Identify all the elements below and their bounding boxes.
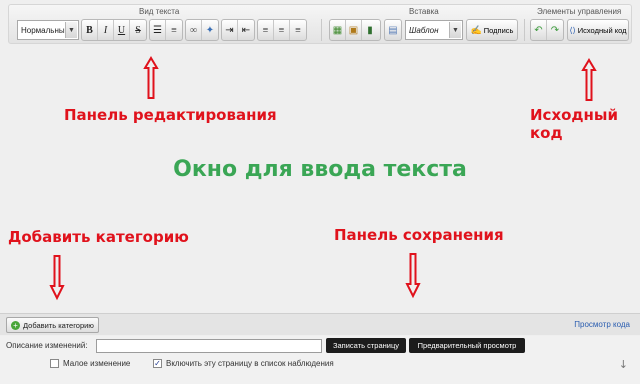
table-button[interactable]: ▤	[384, 19, 402, 41]
group-title-text-view: Вид текста	[139, 7, 180, 16]
toolbar-separator	[524, 19, 525, 41]
annotation-add-category: Добавить категорию	[8, 228, 189, 246]
video-icon[interactable]: ▮	[362, 20, 378, 40]
signature-button[interactable]: ✍ Подпись	[466, 19, 518, 41]
preview-button[interactable]: Предварительный просмотр	[409, 338, 525, 353]
add-category-label: Добавить категорию	[23, 320, 94, 330]
arrow-up-icon	[581, 58, 597, 101]
edit-toolbar: Вид текста Вставка Элементы управления Н…	[8, 4, 632, 44]
toolbar-separator	[321, 19, 322, 41]
template-select[interactable]: Шаблон ▼	[405, 20, 463, 40]
table-icon: ▤	[388, 24, 398, 36]
italic-button[interactable]: I	[98, 20, 114, 40]
template-select-value: Шаблон	[409, 25, 439, 35]
align-left-icon[interactable]: ≡	[258, 20, 274, 40]
annotation-save-panel: Панель сохранения	[334, 226, 504, 244]
align-group: ≡ ≡ ≡	[257, 19, 307, 41]
bullet-list-icon[interactable]: ☰	[150, 20, 166, 40]
outdent-icon[interactable]: ⇤	[238, 20, 254, 40]
view-code-link[interactable]: Просмотр кода	[574, 320, 630, 329]
signature-label: Подпись	[483, 25, 514, 35]
redo-icon[interactable]: ↷	[547, 20, 563, 40]
external-link-icon[interactable]: ✦	[202, 20, 218, 40]
add-category-button[interactable]: + Добавить категорию	[6, 317, 99, 333]
minor-edit-label: Малое изменение	[63, 359, 131, 368]
annotation-edit-panel: Панель редактирования	[64, 106, 277, 124]
arrow-down-icon	[49, 255, 65, 301]
text-window-title: Окно для ввода текста	[173, 157, 467, 182]
image-icon[interactable]: ▦	[330, 20, 346, 40]
source-code-button[interactable]: ⟨⟩ Исходный код	[567, 19, 629, 41]
code-icon: ⟨⟩	[569, 25, 576, 35]
annotation-source-code: Исходный код	[530, 106, 618, 142]
group-title-insert: Вставка	[409, 7, 439, 16]
chevron-down-icon[interactable]: ▼	[449, 22, 461, 38]
format-select-value: Нормальный	[21, 25, 70, 35]
category-bar: + Добавить категорию Просмотр кода	[0, 313, 640, 335]
align-center-icon[interactable]: ≡	[274, 20, 290, 40]
list-group: ☰ ≡	[149, 19, 183, 41]
plus-icon: +	[11, 320, 20, 330]
text-style-group: B I U S	[81, 19, 147, 41]
save-page-button[interactable]: Записать страницу	[326, 338, 406, 353]
strike-button[interactable]: S	[130, 20, 146, 40]
arrow-up-icon	[143, 56, 159, 99]
source-code-label: Исходный код	[577, 25, 627, 35]
arrow-down-icon	[405, 253, 421, 299]
insert-media-group: ▦ ▣ ▮	[329, 19, 381, 41]
format-select[interactable]: Нормальный ▼	[17, 20, 79, 40]
undo-icon[interactable]: ↶	[531, 20, 547, 40]
gallery-icon[interactable]: ▣	[346, 20, 362, 40]
history-group: ↶ ↷	[530, 19, 564, 41]
summary-input[interactable]	[96, 339, 322, 353]
link-icon[interactable]: ∞	[186, 20, 202, 40]
bold-button[interactable]: B	[82, 20, 98, 40]
summary-label: Описание изменений:	[6, 341, 88, 350]
underline-button[interactable]: U	[114, 20, 130, 40]
numbered-list-icon[interactable]: ≡	[166, 20, 182, 40]
save-panel: Описание изменений: Записать страницу Пр…	[0, 336, 640, 384]
minor-edit-checkbox[interactable]	[50, 359, 59, 368]
align-right-icon[interactable]: ≡	[290, 20, 306, 40]
watch-label: Включить эту страницу в список наблюдени…	[166, 359, 334, 368]
indent-group: ⇥ ⇤	[221, 19, 255, 41]
signature-icon: ✍	[470, 24, 482, 35]
watch-checkbox[interactable]: ✓	[153, 359, 162, 368]
chevron-down-icon[interactable]: ▼	[65, 22, 77, 38]
indent-icon[interactable]: ⇥	[222, 20, 238, 40]
group-title-controls: Элементы управления	[537, 7, 622, 16]
arrow-down-small-icon[interactable]: ↓	[619, 358, 628, 371]
link-group: ∞ ✦	[185, 19, 219, 41]
